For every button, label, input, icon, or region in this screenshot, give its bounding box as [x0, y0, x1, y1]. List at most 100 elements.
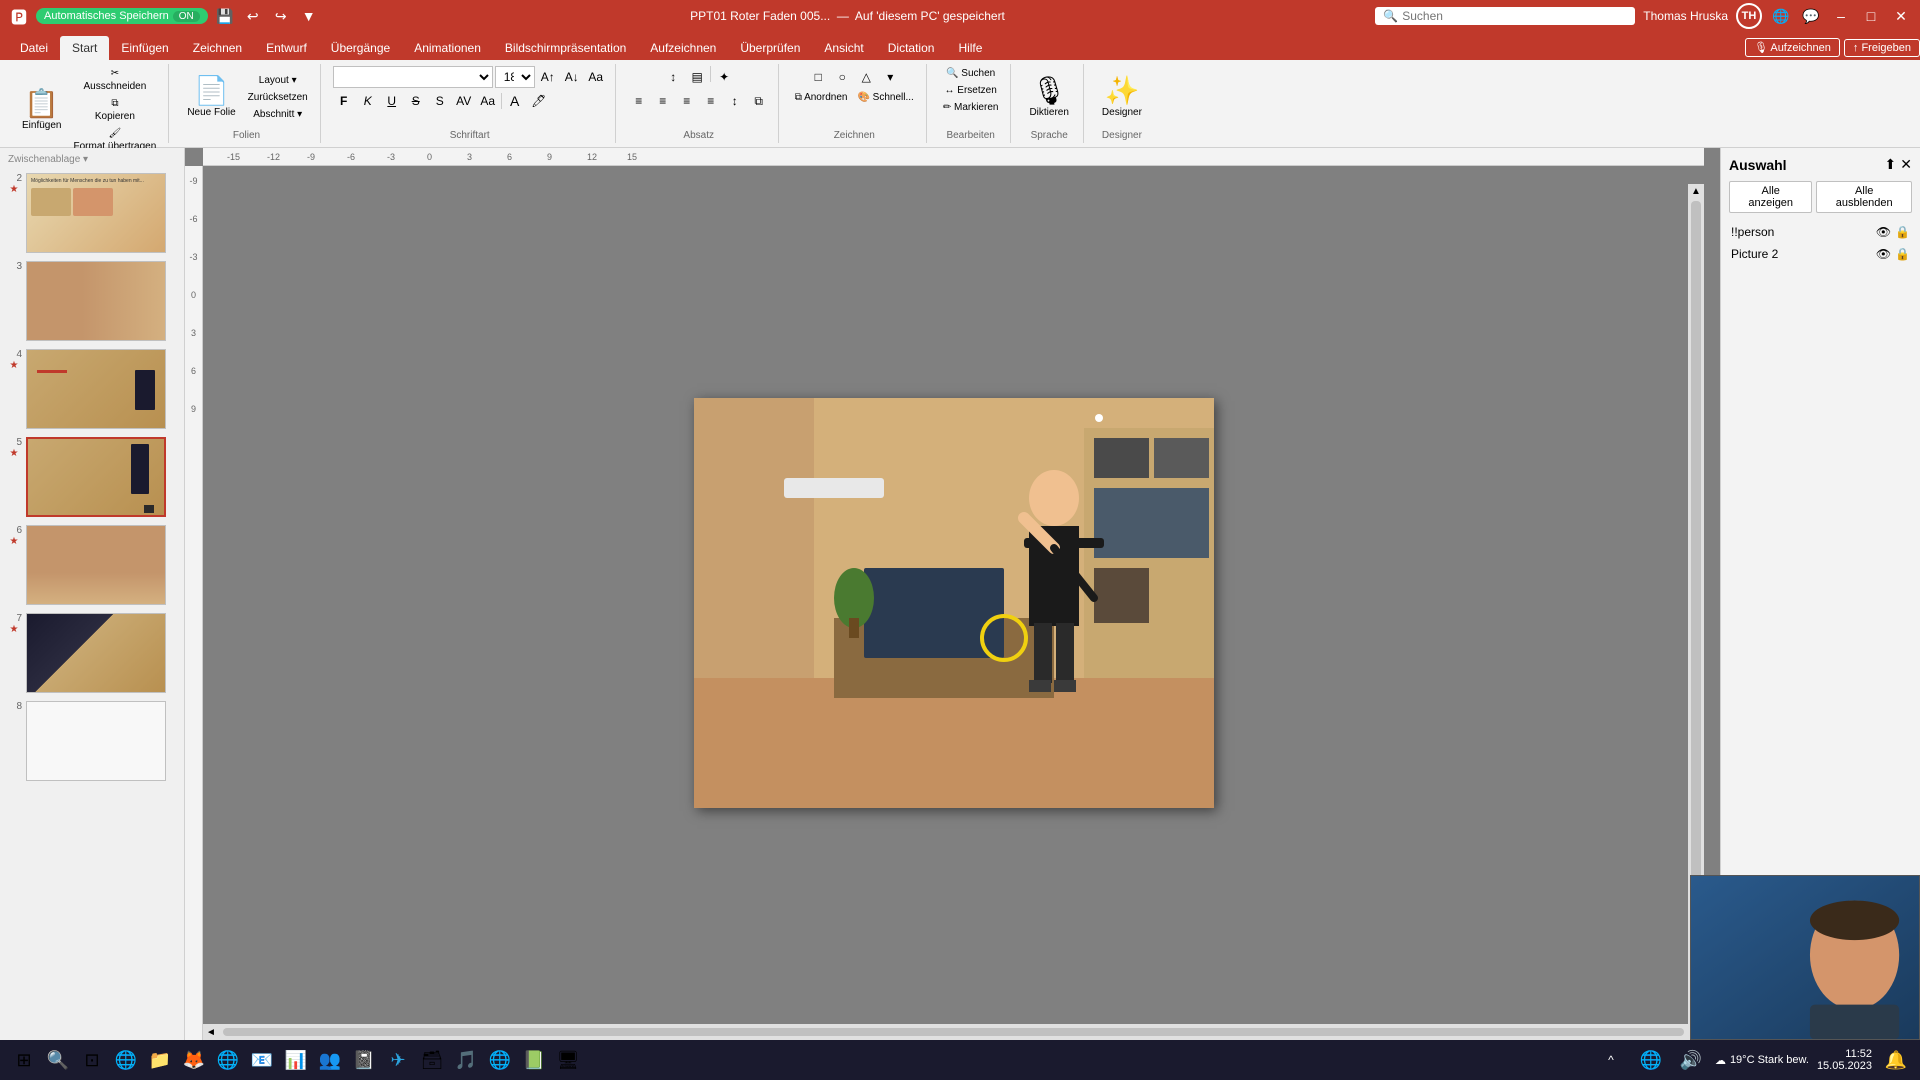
- taskbar-edge-icon[interactable]: 🌐: [110, 1044, 142, 1076]
- slide-canvas[interactable]: ▲ ▼: [203, 166, 1704, 1040]
- slide-panel[interactable]: Zwischenablage ▾ 2 ★ Möglichkeiten für M…: [0, 148, 185, 1040]
- taskbar-excel-icon[interactable]: 📗: [518, 1044, 550, 1076]
- btn-rect[interactable]: □: [807, 66, 829, 88]
- btn-italic[interactable]: K: [357, 90, 379, 112]
- btn-decrease-font[interactable]: A↓: [561, 66, 583, 88]
- taskbar-search-icon[interactable]: 🔍: [42, 1044, 74, 1076]
- tab-praesentation[interactable]: Bildschirmpräsentation: [493, 36, 638, 60]
- taskbar-clock[interactable]: 11:52 15.05.2023: [1817, 1048, 1872, 1072]
- slide-thumb-6[interactable]: 6 ★: [4, 523, 180, 607]
- thumb-wrap-3[interactable]: [26, 261, 166, 341]
- share-btn[interactable]: ↑ Freigeben: [1844, 39, 1920, 57]
- autosave-state[interactable]: ON: [173, 11, 200, 22]
- tab-entwurf[interactable]: Entwurf: [254, 36, 319, 60]
- thumb-wrap-4[interactable]: [26, 349, 166, 429]
- btn-kopieren[interactable]: ⧉Kopieren: [69, 96, 160, 124]
- redo-icon[interactable]: ↪: [270, 5, 292, 27]
- share-icon[interactable]: 🌐: [1770, 5, 1792, 27]
- slide-thumb-3[interactable]: 3: [4, 259, 180, 343]
- taskbar-app3-icon[interactable]: 🌐: [484, 1044, 516, 1076]
- btn-bold[interactable]: F: [333, 90, 355, 112]
- panel-expand-icon[interactable]: ⬆: [1885, 156, 1897, 173]
- btn-align-center[interactable]: ≡: [652, 90, 674, 112]
- taskbar-teams-icon[interactable]: 👥: [314, 1044, 346, 1076]
- btn-markieren[interactable]: ✏ Markieren: [939, 100, 1003, 115]
- slide-thumb-7[interactable]: 7 ★: [4, 611, 180, 695]
- slide-thumb-2[interactable]: 2 ★ Möglichkeiten für Menschen die zu tu…: [4, 171, 180, 255]
- save-icon[interactable]: 💾: [214, 5, 236, 27]
- autosave-toggle[interactable]: Automatisches Speichern ON: [36, 8, 208, 24]
- panel-item-picture2-eye[interactable]: 👁: [1876, 247, 1891, 261]
- panel-item-person-eye[interactable]: 👁: [1876, 225, 1891, 239]
- taskbar-explorer-icon[interactable]: 📁: [144, 1044, 176, 1076]
- btn-columns[interactable]: ⧉: [748, 90, 770, 112]
- tab-dictation[interactable]: Dictation: [876, 36, 947, 60]
- btn-abschnitt[interactable]: Abschnitt ▾: [244, 107, 312, 122]
- search-bar[interactable]: 🔍: [1375, 7, 1635, 25]
- tab-uebergaenge[interactable]: Übergänge: [319, 36, 402, 60]
- slide-thumb-4[interactable]: 4 ★: [4, 347, 180, 431]
- btn-strikethrough[interactable]: S: [405, 90, 427, 112]
- scroll-h-thumb[interactable]: [223, 1028, 1684, 1036]
- tab-hilfe[interactable]: Hilfe: [946, 36, 994, 60]
- btn-neue-folie[interactable]: 📄 Neue Folie: [181, 67, 241, 127]
- btn-diktieren[interactable]: 🎙 Diktieren: [1023, 67, 1074, 127]
- close-btn[interactable]: ✕: [1890, 5, 1912, 27]
- btn-change-case[interactable]: Aa: [477, 90, 499, 112]
- btn-clear-format[interactable]: Aa: [585, 66, 607, 88]
- maximize-btn[interactable]: □: [1860, 5, 1882, 27]
- btn-alle-anzeigen[interactable]: Alle anzeigen: [1729, 181, 1812, 213]
- btn-einfuegen[interactable]: 📋 Einfügen: [16, 80, 67, 140]
- taskbar-taskview-icon[interactable]: ⊡: [76, 1044, 108, 1076]
- scroll-up[interactable]: ▲: [1689, 184, 1703, 199]
- btn-alle-ausblenden[interactable]: Alle ausblenden: [1816, 181, 1912, 213]
- panel-item-person-lock[interactable]: 🔒: [1895, 225, 1910, 239]
- slide-main[interactable]: [694, 398, 1214, 808]
- record-btn[interactable]: 🎙 Aufzeichnen: [1745, 38, 1840, 57]
- quick-access-icon[interactable]: ▼: [298, 5, 320, 27]
- taskbar-ppt-icon[interactable]: 📊: [280, 1044, 312, 1076]
- thumb-wrap-5[interactable]: [26, 437, 166, 517]
- taskbar-chevron-icon[interactable]: ^: [1595, 1044, 1627, 1076]
- taskbar-app2-icon[interactable]: 🎵: [450, 1044, 482, 1076]
- taskbar-firefox-icon[interactable]: 🦊: [178, 1044, 210, 1076]
- btn-align-left[interactable]: ≡: [628, 90, 650, 112]
- thumb-wrap-6[interactable]: [26, 525, 166, 605]
- taskbar-app4-icon[interactable]: 🖥: [552, 1044, 584, 1076]
- slide-thumb-5[interactable]: 5 ★: [4, 435, 180, 519]
- font-size-select[interactable]: 18: [495, 66, 535, 88]
- btn-underline[interactable]: U: [381, 90, 403, 112]
- panel-close-icon[interactable]: ✕: [1900, 156, 1912, 173]
- btn-font-color[interactable]: A: [504, 90, 526, 112]
- btn-ersetzen[interactable]: ↔ Ersetzen: [941, 83, 1001, 98]
- taskbar-chrome-icon[interactable]: 🌐: [212, 1044, 244, 1076]
- panel-item-picture2-lock[interactable]: 🔒: [1895, 247, 1910, 261]
- panel-item-picture2[interactable]: Picture 2 👁 🔒: [1729, 243, 1912, 265]
- taskbar-notification-icon[interactable]: 🔔: [1880, 1044, 1912, 1076]
- btn-suchen[interactable]: 🔍 Suchen: [942, 66, 999, 81]
- btn-ausschneiden[interactable]: ✂Ausschneiden: [69, 66, 160, 94]
- taskbar-weather[interactable]: ☁ 19°C Stark bew.: [1715, 1054, 1809, 1067]
- btn-line-spacing[interactable]: ↕: [724, 90, 746, 112]
- comment-icon[interactable]: 💬: [1800, 5, 1822, 27]
- start-icon[interactable]: ⊞: [8, 1044, 40, 1076]
- btn-zuruecksetzen[interactable]: Zurücksetzen: [244, 90, 312, 105]
- slide-image[interactable]: [694, 398, 1214, 808]
- undo-icon[interactable]: ↩: [242, 5, 264, 27]
- tab-animationen[interactable]: Animationen: [402, 36, 493, 60]
- btn-schnellformatvorlagen[interactable]: 🎨 Schnell...: [853, 90, 917, 105]
- tab-zeichnen[interactable]: Zeichnen: [181, 36, 254, 60]
- btn-text-direction[interactable]: ↕: [662, 66, 684, 88]
- btn-designer[interactable]: ✨ Designer: [1096, 67, 1148, 127]
- btn-layout[interactable]: Layout ▾: [244, 73, 312, 88]
- tab-einfuegen[interactable]: Einfügen: [109, 36, 180, 60]
- btn-justify[interactable]: ≡: [700, 90, 722, 112]
- btn-shadow[interactable]: S: [429, 90, 451, 112]
- panel-item-person[interactable]: !!person 👁 🔒: [1729, 221, 1912, 243]
- tab-start[interactable]: Start: [60, 36, 109, 60]
- btn-convert-smartart[interactable]: ✦: [713, 66, 735, 88]
- thumb-wrap-2[interactable]: Möglichkeiten für Menschen die zu tun ha…: [26, 173, 166, 253]
- btn-triangle[interactable]: △: [855, 66, 877, 88]
- tab-datei[interactable]: Datei: [8, 36, 60, 60]
- btn-anordnen[interactable]: ⧉ Anordnen: [791, 90, 852, 105]
